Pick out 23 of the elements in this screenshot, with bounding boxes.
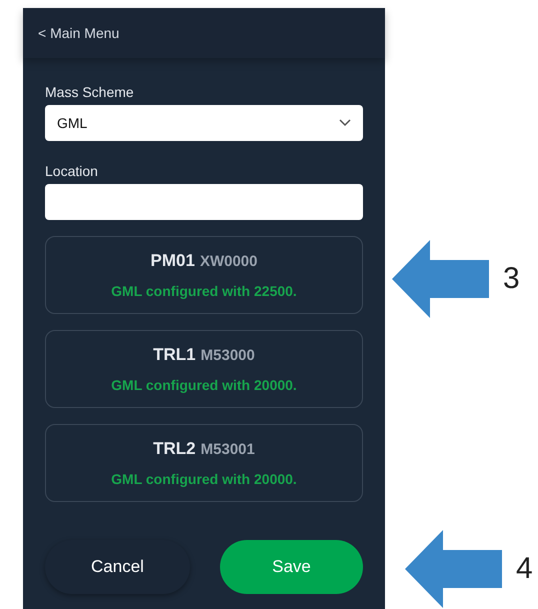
vehicle-name: TRL1 [153, 345, 196, 365]
select-field[interactable]: GML [45, 105, 363, 141]
vehicle-id: M53001 [200, 441, 255, 458]
vehicle-id: M53000 [200, 347, 255, 364]
vehicle-name: TRL2 [153, 439, 196, 459]
back-link[interactable]: < Main Menu [38, 25, 120, 41]
status-text: GML configured with 22500. [111, 283, 297, 299]
vehicle-card[interactable]: TRL2 M53001 GML configured with 20000. [45, 424, 363, 502]
field-label: Location [45, 163, 98, 179]
status-text: GML configured with 20000. [111, 377, 297, 393]
status-text: GML configured with 20000. [111, 471, 297, 487]
input-field[interactable] [45, 184, 363, 220]
cancel-button[interactable]: Cancel [45, 540, 190, 594]
vehicle-card[interactable]: TRL1 M53000 GML configured with 20000. [45, 330, 363, 408]
left-arrow-icon [405, 530, 502, 608]
callout-number: 3 [503, 262, 520, 296]
left-arrow-icon [392, 240, 489, 318]
vehicle-id: XW0000 [200, 253, 258, 270]
field-label: Mass Scheme [45, 84, 134, 100]
callout-number: 4 [516, 552, 533, 586]
chevron-down-icon [339, 119, 351, 127]
vehicle-card[interactable]: PM01 XW0000 GML configured with 22500. [45, 236, 363, 314]
vehicle-name: PM01 [150, 251, 195, 271]
